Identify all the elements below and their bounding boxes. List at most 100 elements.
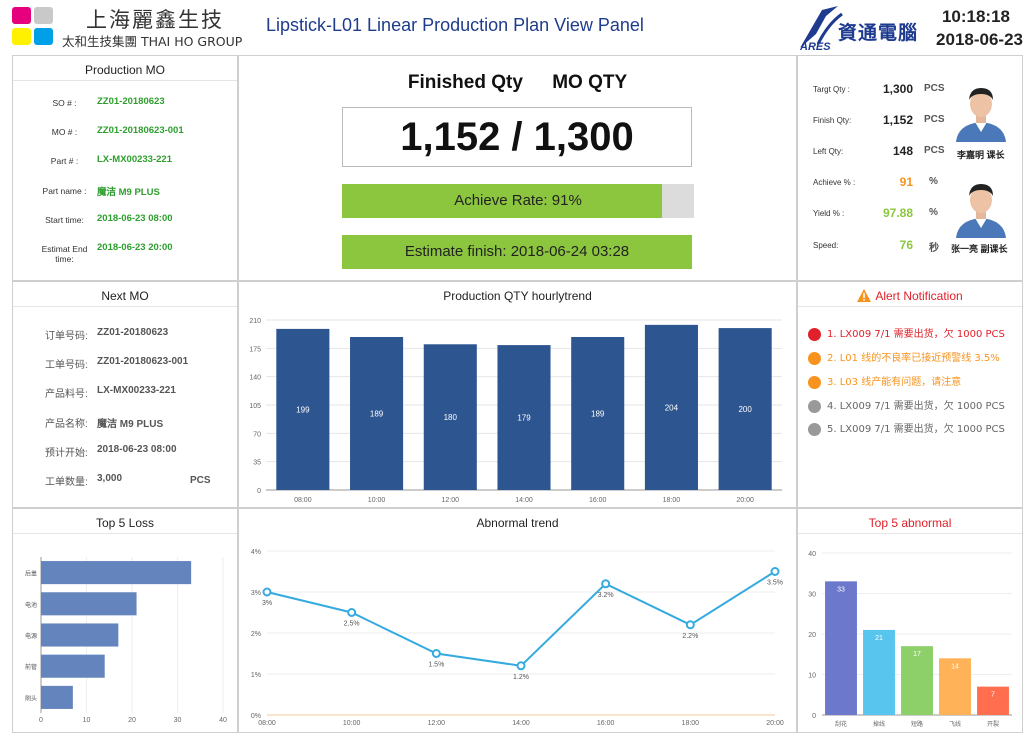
y-tick-label: 0: [812, 713, 816, 720]
loss-bar: [41, 592, 137, 616]
next-mo-qty-unit: PCS: [190, 475, 211, 486]
next-mo-panel: Next MO 订单号码: ZZ01-20180623 工单号码: ZZ01-2018…: [12, 281, 238, 508]
ares-logo-text: ARES: [799, 41, 831, 52]
trend-point: [347, 608, 357, 617]
stat-label: Targt Qty :: [813, 85, 850, 94]
bar-value-label: 199: [296, 405, 310, 414]
bar-value-label: 14: [951, 663, 959, 670]
point-value-label: 1.5%: [428, 662, 444, 669]
x-tick-label: 飞线: [949, 720, 961, 728]
stat-unit: %: [929, 207, 938, 218]
next-mo-value: LX-MX00233-221: [97, 385, 176, 396]
abnormal-trend-panel: Abnormal trend 0% 1% 2% 3% 4% 3% 08:00 2.5% 10:0…: [238, 508, 797, 733]
production-mo-value: ZZ01-20180623-001: [97, 125, 184, 136]
production-mo-value: 2018-06-23 20:00: [97, 242, 173, 253]
next-mo-label: 预计开始:: [45, 448, 88, 459]
stat-value: 91: [899, 175, 913, 189]
x-tick-label: 0: [39, 717, 43, 724]
x-tick-label: 16:00: [589, 497, 607, 504]
alert-item[interactable]: 1. LX009 7/1 需要出货，欠 1000 PCS: [808, 325, 1005, 341]
production-mo-value: ZZ01-20180623: [97, 96, 165, 107]
stat-unit: PCS: [924, 83, 945, 94]
trend-point: [601, 579, 611, 589]
x-tick-label: 18:00: [663, 497, 681, 504]
avatar-deputy-icon: [950, 176, 1012, 238]
stat-label: Achieve % :: [813, 178, 856, 187]
next-mo-label: 订单号码:: [45, 331, 88, 342]
page-title: Lipstick-L01 Linear Production Plan View…: [266, 15, 644, 35]
logo-tile-yellow: [12, 28, 31, 45]
y-tick-label: 40: [808, 551, 816, 558]
x-tick-label: 12:00: [428, 720, 446, 727]
y-tick-label: 3%: [251, 590, 261, 597]
y-tick-label: 105: [249, 403, 261, 410]
avatar-manager-icon: [950, 80, 1012, 142]
stat-value: 148: [892, 144, 913, 158]
company-name-en: 太和生技集團 THAI HO GROUP: [62, 34, 243, 49]
company-logo-icon: [12, 7, 56, 47]
y-tick-label: 前管: [25, 663, 37, 671]
x-tick-label: 10:00: [368, 497, 386, 504]
trend-point: [685, 620, 695, 630]
x-tick-label: 30: [174, 717, 182, 724]
abnormal-bar: [863, 629, 895, 715]
x-tick-label: 12:00: [442, 497, 460, 504]
x-tick-label: 16:00: [597, 720, 615, 727]
header-bar: 上海麗鑫生技 太和生技集團 THAI HO GROUP Lipstick-L01…: [0, 0, 1035, 55]
bar-value-label: 7: [991, 692, 995, 699]
top5-abnormal-title: Top 5 abnormal: [868, 516, 952, 530]
stat-value: 1,152: [882, 113, 913, 127]
next-mo-value: ZZ01-20180623: [97, 327, 169, 338]
hourly-trend-chart: 0 35 70 105 140 175 210 199 08:00 189 10:00 180 12:0…: [249, 318, 782, 504]
achieve-rate-text: Achieve Rate: 91%: [454, 192, 582, 209]
loss-bar: [41, 623, 119, 647]
summary-panel: Finished Qty MO QTY 1,152 / 1,300 Achiev…: [238, 55, 797, 281]
next-mo-value: 魔洁 M9 PLUS: [97, 419, 164, 430]
x-tick-label: 40: [219, 717, 227, 724]
alert-dot-icon: [808, 375, 821, 389]
hourly-trend-title: Production QTY hourlytrend: [443, 289, 592, 303]
bar-value-label: 33: [837, 586, 845, 593]
bar-value-label: 189: [591, 410, 605, 419]
x-tick-label: 掉线: [873, 720, 885, 728]
x-tick-label: 短路: [911, 720, 923, 728]
alert-title: Alert Notification: [875, 289, 963, 303]
hourly-trend-panel: Production QTY hourlytrend 0 35 70 105 140 17…: [238, 281, 797, 508]
x-tick-label: 10:00: [343, 720, 361, 727]
clock-time: 10:18:18: [941, 7, 1010, 26]
stat-unit: PCS: [924, 145, 945, 156]
alert-item[interactable]: 3. L03 线产能有问题，请注意: [808, 373, 961, 389]
stat-label: Left Qty:: [813, 147, 844, 156]
y-tick-label: 刷头: [25, 694, 37, 702]
alert-dot-icon: [808, 399, 821, 413]
qty-header: Finished Qty MO QTY: [239, 72, 796, 94]
alert-item[interactable]: 4. LX009 7/1 需要出货，欠 1000 PCS: [808, 397, 1005, 413]
bar-value-label: 204: [665, 403, 679, 412]
production-mo-label: Start time:: [45, 215, 84, 225]
alert-item[interactable]: 5. LX009 7/1 需要出货，欠 1000 PCS: [808, 420, 1005, 436]
warning-icon: [857, 289, 872, 302]
loss-bar: [41, 561, 192, 585]
ares-name-cn: 資通電腦: [838, 22, 919, 44]
point-value-label: 2.2%: [682, 633, 698, 640]
next-mo-label: 工单号码:: [45, 360, 88, 371]
alert-title-row: Alert Notification: [798, 282, 1022, 303]
y-tick-label: 175: [249, 346, 261, 353]
top5-loss-panel: Top 5 Loss 0 10 20 30 40 后盖 电池 电源 前管 刷头: [12, 508, 238, 733]
point-value-label: 1.2%: [513, 674, 529, 681]
logo-tile-magenta: [12, 7, 31, 24]
abnormal-trend-chart: 0% 1% 2% 3% 4% 3% 08:00 2.5% 10:00 1.5% 12:00 1.2% 1…: [251, 549, 784, 727]
alert-text: 2. L01 线的不良率已接近预警线 3.5%: [827, 353, 1000, 364]
y-tick-label: 20: [808, 632, 816, 639]
x-tick-label: 14:00: [515, 497, 533, 504]
alert-item[interactable]: 2. L01 线的不良率已接近预警线 3.5%: [808, 349, 1000, 365]
x-tick-label: 20:00: [736, 497, 754, 504]
divider: [798, 306, 1022, 307]
x-tick-label: 开裂: [987, 720, 999, 728]
y-tick-label: 35: [253, 460, 261, 467]
next-mo-value: ZZ01-20180623-001: [97, 356, 189, 367]
y-tick-label: 4%: [251, 549, 261, 556]
company-name-cn: 上海麗鑫生技: [86, 8, 224, 32]
alert-text: 4. LX009 7/1 需要出货，欠 1000 PCS: [827, 401, 1005, 412]
y-tick-label: 30: [808, 592, 816, 599]
